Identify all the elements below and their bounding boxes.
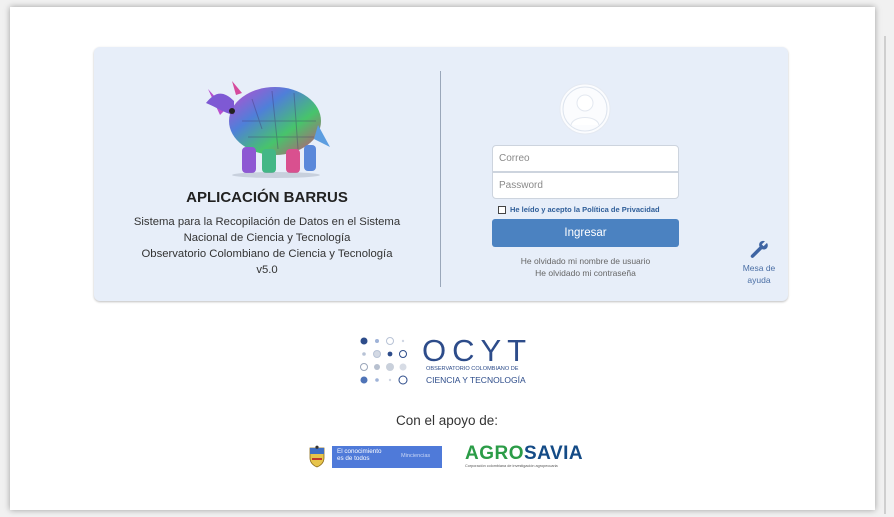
user-avatar-icon: [559, 83, 611, 135]
ocyt-logo: OCYT OBSERVATORIO COLOMBIANO DE CIENCIA …: [352, 333, 547, 391]
app-description: Sistema para la Recopilación de Datos en…: [94, 214, 440, 278]
armadillo-mascot-image: [206, 81, 330, 178]
support-heading: Con el apoyo de:: [395, 413, 499, 428]
ocyt-wordmark: OCYT: [422, 333, 533, 368]
agrosavia-part1: AGRO: [465, 443, 524, 464]
password-field[interactable]: [492, 172, 679, 199]
agrosavia-logo: AGROSAVIA Corporación colombiana de inve…: [465, 443, 583, 471]
login-button[interactable]: Ingresar: [492, 219, 679, 247]
privacy-checkbox[interactable]: [498, 205, 506, 214]
email-field[interactable]: [492, 145, 679, 172]
help-desk-link[interactable]: Mesa de ayuda: [734, 238, 784, 286]
ocyt-dots-icon: [360, 337, 408, 385]
app-description-line: Nacional de Ciencia y Tecnología: [183, 232, 351, 244]
forgot-password-link[interactable]: He olvidado mi contraseña: [492, 268, 679, 278]
wrench-icon[interactable]: [748, 238, 770, 260]
forgot-username-link[interactable]: He olvidado mi nombre de usuario: [492, 256, 679, 266]
gov-slogan-line1: El conocimiento: [337, 448, 382, 455]
ocyt-subtitle-line2: CIENCIA Y TECNOLOGÍA: [426, 375, 526, 385]
gov-slogan-line2: es de todos: [337, 455, 370, 462]
card-divider: [440, 71, 441, 287]
agrosavia-part2: SAVIA: [524, 443, 584, 464]
app-version: v5.0: [256, 264, 278, 276]
privacy-label[interactable]: He leído y acepto la Política de Privaci…: [510, 205, 660, 214]
minciencias-banner: El conocimiento es de todos Minciencias: [332, 446, 442, 468]
app-description-line: Sistema para la Recopilación de Datos en…: [133, 216, 401, 228]
login-card: APLICACIÓN BARRUS Sistema para la Recopi…: [94, 47, 788, 301]
ocyt-subtitle-line1: OBSERVATORIO COLOMBIANO DE: [426, 366, 519, 372]
help-desk-label-line1[interactable]: Mesa de: [734, 262, 784, 274]
agrosavia-wordmark: AGROSAVIA: [465, 443, 583, 465]
app-description-line: Observatorio Colombiano de Ciencia y Tec…: [141, 248, 393, 260]
app-title: APLICACIÓN BARRUS: [186, 189, 348, 206]
help-desk-label-line2[interactable]: ayuda: [734, 274, 784, 286]
colombia-shield-icon: [309, 445, 325, 468]
agrosavia-tagline: Corporación colombiana de investigación …: [465, 464, 558, 468]
scrollbar[interactable]: [884, 36, 886, 514]
gov-ministry: Minciencias: [401, 453, 431, 459]
minciencias-logo: El conocimiento es de todos Minciencias: [306, 445, 442, 469]
gov-slogan: El conocimiento es de todos: [337, 448, 381, 462]
privacy-checkbox-row[interactable]: He leído y acepto la Política de Privaci…: [498, 205, 660, 214]
